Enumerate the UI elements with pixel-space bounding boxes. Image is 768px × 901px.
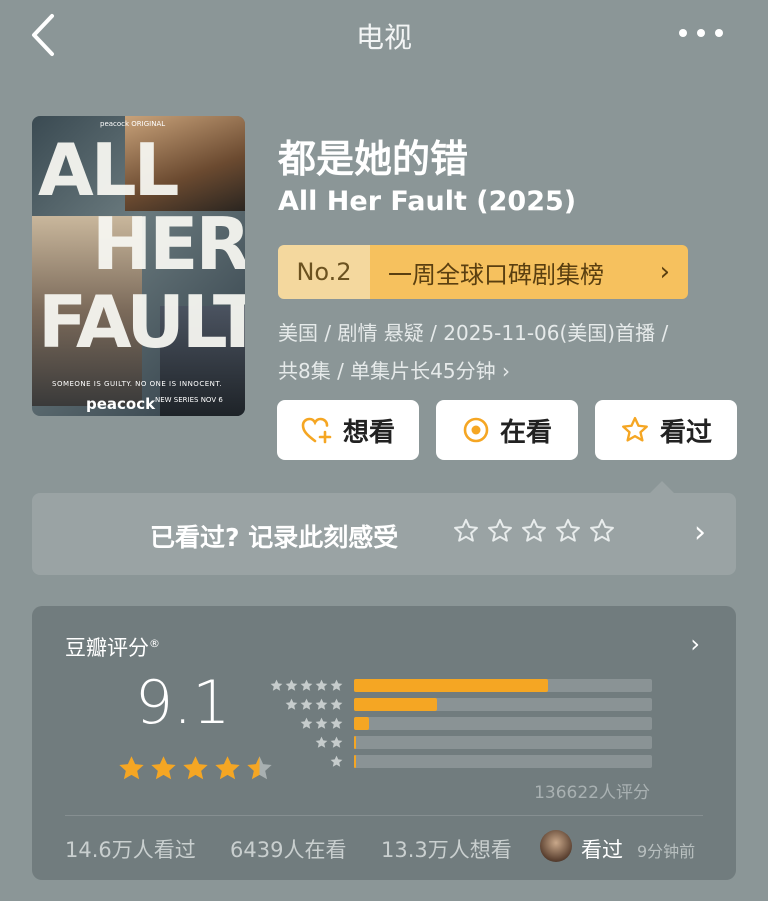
poster-tagline: SOMEONE IS GUILTY. NO ONE IS INNOCENT. [52,380,223,388]
star-icon [315,717,328,729]
douban-rating-card: 豆瓣评分® › 9.1 136622人评分 14.6万人看过 6439人在看 1… [32,606,736,880]
distribution-bar [354,755,356,768]
distribution-row [268,733,652,752]
poster-brand-logo: peacock [86,395,156,413]
star-icon [183,756,208,780]
page-title: 电视 [355,21,412,54]
poster-top-brand: peacock ORIGINAL [100,120,166,128]
distribution-stars [268,735,344,750]
distribution-stars [268,716,344,731]
watching-count[interactable]: 6439人在看 [230,834,346,864]
star-icon [315,698,328,710]
star-icon [330,717,343,729]
rate-star-icon[interactable] [554,517,582,545]
chevron-right-icon: › [659,257,670,287]
distribution-bar [354,717,369,730]
watching-button[interactable]: 在看 [436,400,578,460]
want-to-watch-label: 想看 [342,417,395,448]
star-icon [315,679,328,691]
distribution-stars [268,697,344,712]
distribution-track [354,679,652,692]
rate-star-icon[interactable] [452,517,480,545]
distribution-row [268,695,652,714]
show-meta-info: 美国 / 剧情 悬疑 / 2025-11-06(美国)首播 / [278,321,669,345]
rating-title[interactable]: 豆瓣评分® [65,632,160,662]
show-poster[interactable]: peacock ORIGINAL ALL HER FAULT SOMEONE I… [32,116,245,416]
rating-count: 136622人评分 [534,783,650,803]
star-icon [330,679,343,691]
star-icon [330,736,343,748]
distribution-track [354,717,652,730]
watched-count[interactable]: 14.6万人看过 [65,834,196,864]
star-icon [315,736,328,748]
distribution-bar [354,698,438,711]
star-icon [300,698,313,710]
more-options-icon[interactable] [676,22,726,44]
poster-release-date: NEW SERIES NOV 6 [155,396,223,404]
distribution-row [268,714,652,733]
target-icon [462,416,490,444]
avatar[interactable] [540,830,572,862]
star-icon [300,717,313,729]
distribution-track [354,736,652,749]
distribution-bar [354,679,548,692]
record-panel-pointer [650,481,674,493]
recent-time: 9分钟前 [637,842,696,861]
rating-title-text: 豆瓣评分 [65,636,149,660]
poster-title-line1: ALL [38,128,179,212]
rating-score: 9.1 [135,668,231,738]
rate-star-icon[interactable] [520,517,548,545]
distribution-stars [268,678,344,693]
top-nav-bar: 电视 [0,0,768,70]
score-stars [116,753,275,784]
star-icon [300,679,313,691]
rate-stars[interactable] [452,517,616,545]
star-icon [330,755,343,767]
want-to-watch-button[interactable]: 想看 [277,400,419,460]
star-icon [330,698,343,710]
rate-star-icon[interactable] [486,517,514,545]
poster-title-line3: FAULT [38,280,245,364]
show-title-chinese: 都是她的错 [278,137,469,181]
divider [65,815,703,816]
star-icon [151,756,176,780]
star-icon [270,679,283,691]
rank-number: No.2 [278,245,370,299]
star-icon [119,756,144,780]
want-count[interactable]: 13.3万人想看 [381,834,512,864]
star-icon [285,679,298,691]
record-feeling-panel[interactable]: 已看过? 记录此刻感受 › [32,493,736,575]
chevron-right-icon[interactable]: › [690,630,700,658]
rank-list-name: 一周全球口碑剧集榜 [370,245,688,299]
ranking-badge[interactable]: No.2 一周全球口碑剧集榜 › [278,245,688,299]
record-feeling-prompt: 已看过? 记录此刻感受 [150,523,399,552]
watched-button[interactable]: 看过 [595,400,737,460]
star-icon [215,756,240,780]
chevron-right-icon[interactable]: › [694,515,706,550]
distribution-track [354,755,652,768]
watched-label: 看过 [659,417,712,448]
distribution-stars [268,754,344,769]
distribution-track [354,698,652,711]
rate-star-icon[interactable] [588,517,616,545]
distribution-bar [354,736,356,749]
watching-label: 在看 [499,417,552,448]
heart-plus-icon [301,416,333,444]
poster-title-line2: HER [92,202,245,286]
distribution-row [268,676,652,695]
distribution-row [268,752,652,771]
show-meta-episodes[interactable]: 共8集 / 单集片长45分钟 › [278,355,510,384]
star-outline-icon [620,415,650,445]
recent-status: 看过 [581,838,623,862]
star-icon [285,698,298,710]
rating-distribution [268,676,652,771]
show-title-english: All Her Fault (2025) [278,186,577,217]
registered-mark: ® [149,637,160,650]
